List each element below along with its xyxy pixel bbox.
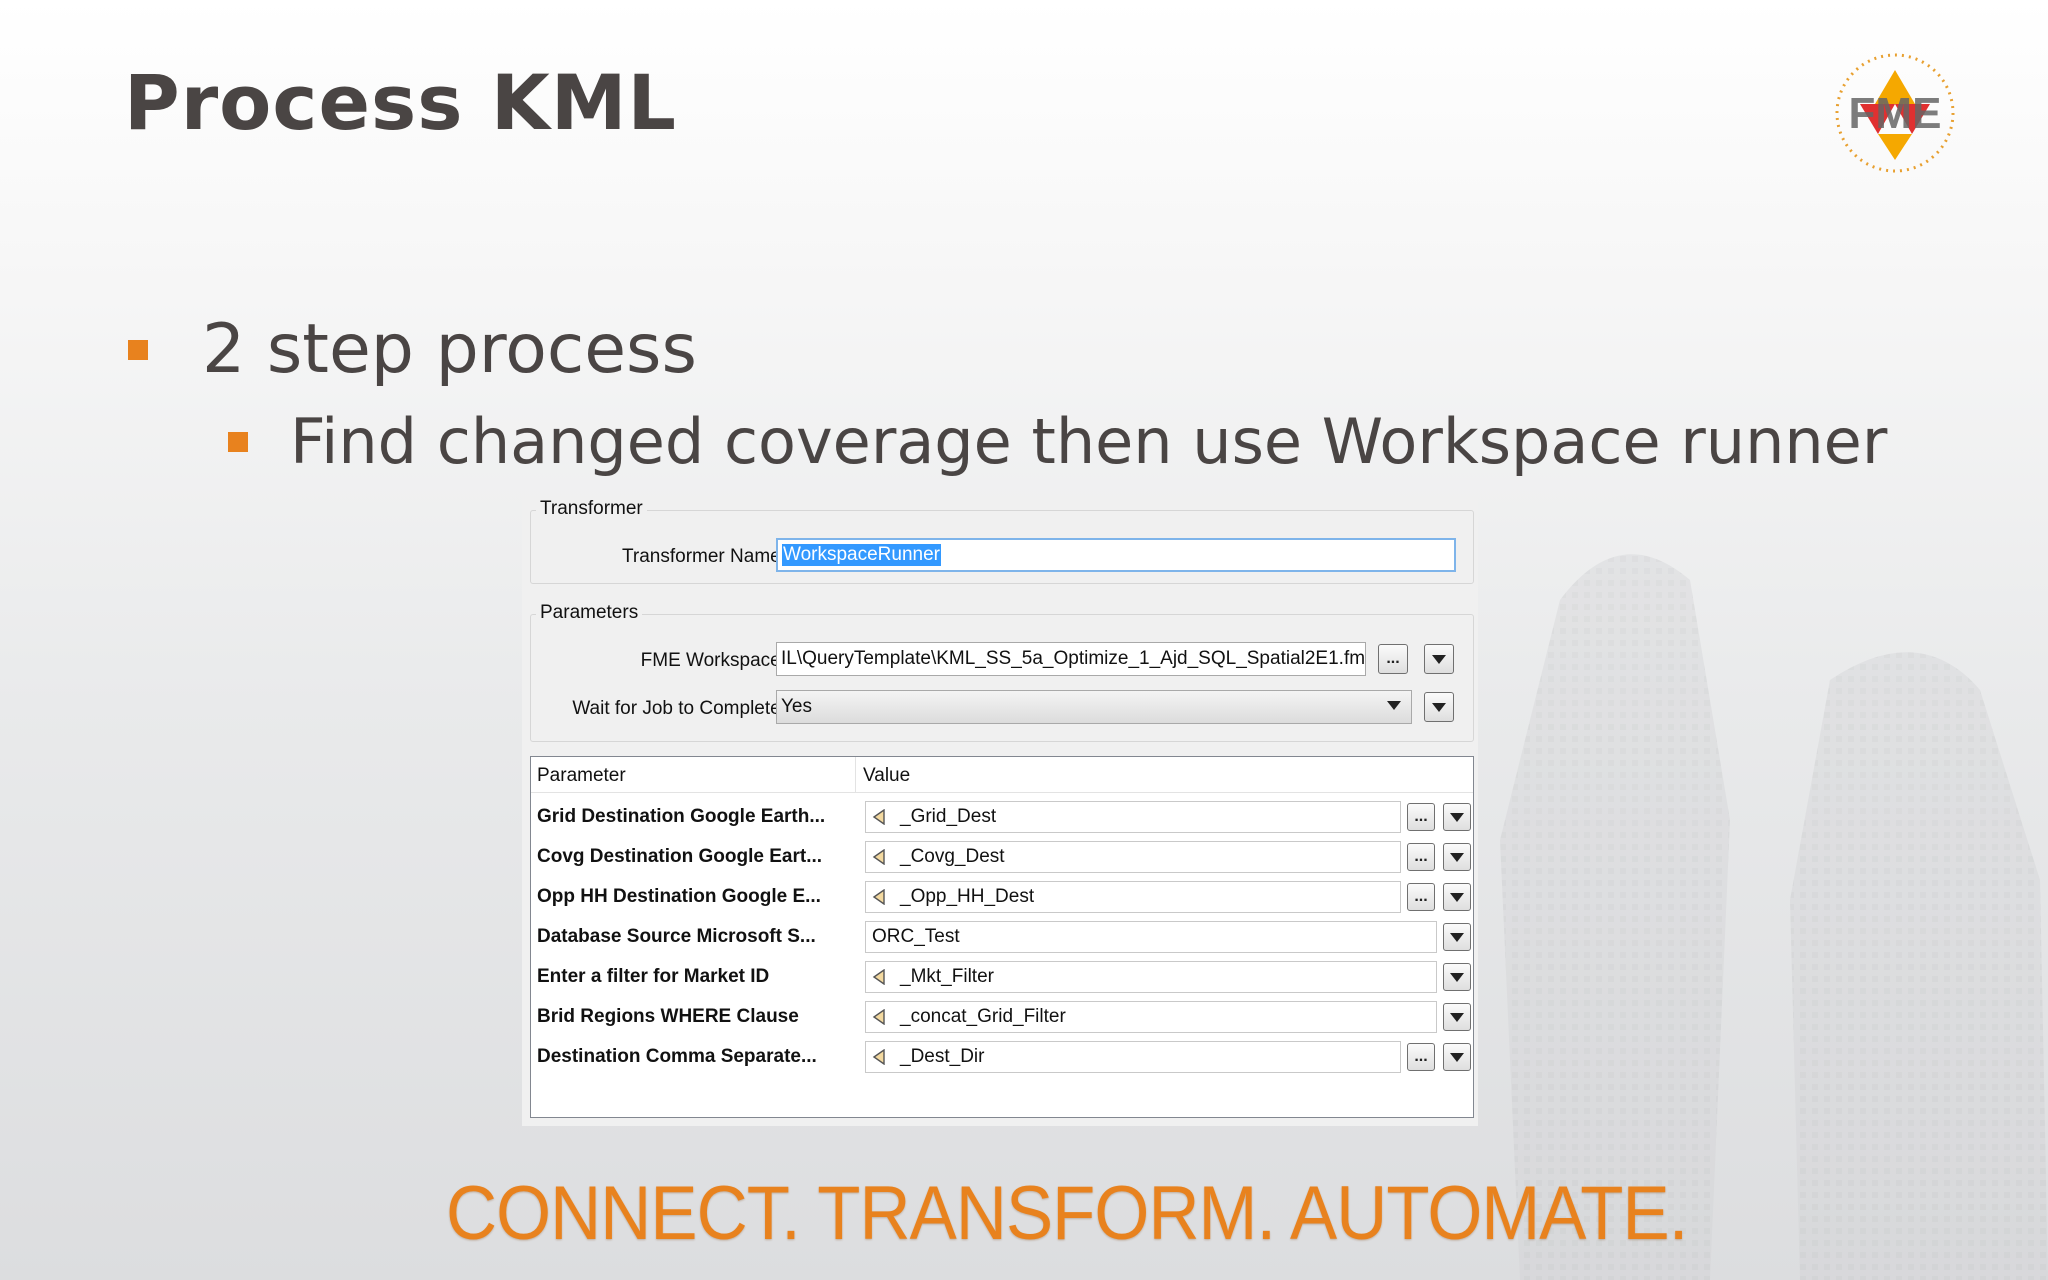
parameter-value: ORC_Test <box>872 926 960 947</box>
parameter-options-button[interactable] <box>1443 843 1471 871</box>
attribute-arrow-icon <box>872 889 885 905</box>
parameter-name: Database Source Microsoft S... <box>537 926 816 947</box>
published-parameters-table: Parameter Value Grid Destination Google … <box>530 756 1474 1118</box>
bullet-square-icon <box>128 339 148 360</box>
chevron-down-icon <box>1450 892 1464 902</box>
table-header: Parameter Value <box>531 757 1473 793</box>
parameters-group-title: Parameters <box>536 602 643 624</box>
parameter-browse-button[interactable]: ... <box>1407 1043 1435 1071</box>
parameter-browse-button[interactable]: ... <box>1407 843 1435 871</box>
parameter-browse-button[interactable]: ... <box>1407 803 1435 831</box>
tagline: CONNECT. TRANSFORM. AUTOMATE. <box>446 1171 1688 1256</box>
column-header-value[interactable]: Value <box>863 765 910 787</box>
bullet-level-1: 2 step process <box>128 310 697 389</box>
attribute-arrow-icon <box>872 1009 885 1025</box>
parameter-name: Brid Regions WHERE Clause <box>537 1006 799 1027</box>
wait-for-job-value: Yes <box>781 696 812 717</box>
column-header-parameter[interactable]: Parameter <box>537 765 626 787</box>
fme-workspace-label: FME Workspace: <box>640 650 786 671</box>
bullet-text: 2 step process <box>202 310 697 389</box>
transformer-name-value: WorkspaceRunner <box>782 544 942 566</box>
chevron-down-icon <box>1450 972 1464 982</box>
parameter-options-button[interactable] <box>1443 963 1471 991</box>
bullet-level-2: Find changed coverage then use Workspace… <box>228 405 1887 478</box>
table-row[interactable]: Brid Regions WHERE Clause _concat_Grid_F… <box>531 997 1473 1037</box>
slide-title: Process KML <box>124 58 677 147</box>
bullet-text: Find changed coverage then use Workspace… <box>290 405 1888 478</box>
attribute-arrow-icon <box>872 969 885 985</box>
parameter-options-button[interactable] <box>1443 1003 1471 1031</box>
transformer-name-label: Transformer Name: <box>622 546 786 567</box>
svg-text:FME: FME <box>1849 89 1942 138</box>
chevron-down-icon <box>1432 654 1446 664</box>
parameter-options-button[interactable] <box>1443 1043 1471 1071</box>
table-row[interactable]: Grid Destination Google Earth... _Grid_D… <box>531 797 1473 837</box>
table-row[interactable]: Covg Destination Google Eart... _Covg_De… <box>531 837 1473 877</box>
fme-workspace-input[interactable]: IL\QueryTemplate\KML_SS_5a_Optimize_1_Aj… <box>776 642 1366 676</box>
column-divider <box>855 757 856 793</box>
parameter-value-field[interactable]: _Mkt_Filter <box>865 961 1437 993</box>
parameter-value: _Mkt_Filter <box>900 966 994 987</box>
wait-for-job-label: Wait for Job to Complete: <box>572 698 786 719</box>
parameter-browse-button[interactable]: ... <box>1407 883 1435 911</box>
parameter-name: Enter a filter for Market ID <box>537 966 770 987</box>
transformer-group-title: Transformer <box>536 498 647 520</box>
parameter-value-field[interactable]: ORC_Test <box>865 921 1437 953</box>
parameter-name: Destination Comma Separate... <box>537 1046 817 1067</box>
workspace-options-button[interactable] <box>1424 644 1454 674</box>
parameter-value-field[interactable]: _Opp_HH_Dest <box>865 881 1401 913</box>
table-row[interactable]: Opp HH Destination Google E... _Opp_HH_D… <box>531 877 1473 917</box>
parameter-name: Covg Destination Google Eart... <box>537 846 823 867</box>
parameter-value-field[interactable]: _Covg_Dest <box>865 841 1401 873</box>
table-row[interactable]: Destination Comma Separate... _Dest_Dir … <box>531 1037 1473 1077</box>
chevron-down-icon <box>1450 1012 1464 1022</box>
chevron-down-icon <box>1450 812 1464 822</box>
parameter-value-field[interactable]: _concat_Grid_Filter <box>865 1001 1437 1033</box>
parameter-value-field[interactable]: _Grid_Dest <box>865 801 1401 833</box>
chevron-down-icon <box>1387 701 1401 710</box>
chevron-down-icon <box>1450 852 1464 862</box>
background-decoration <box>1500 554 2048 1280</box>
wait-for-job-select[interactable]: Yes <box>776 690 1412 724</box>
parameter-options-button[interactable] <box>1443 923 1471 951</box>
chevron-down-icon <box>1450 932 1464 942</box>
parameter-value: _Covg_Dest <box>900 846 1005 867</box>
fme-workspace-value: IL\QueryTemplate\KML_SS_5a_Optimize_1_Aj… <box>781 648 1366 669</box>
parameter-options-button[interactable] <box>1443 883 1471 911</box>
chevron-down-icon <box>1450 1052 1464 1062</box>
parameter-value-field[interactable]: _Dest_Dir <box>865 1041 1401 1073</box>
transformer-parameters-dialog: Transformer Transformer Name: WorkspaceR… <box>522 496 1478 1126</box>
wait-options-button[interactable] <box>1424 692 1454 722</box>
attribute-arrow-icon <box>872 849 885 865</box>
parameter-value: _Dest_Dir <box>900 1046 985 1067</box>
parameter-name: Grid Destination Google Earth... <box>537 806 826 827</box>
parameter-value: _Opp_HH_Dest <box>900 886 1035 907</box>
chevron-down-icon <box>1432 702 1446 712</box>
parameter-options-button[interactable] <box>1443 803 1471 831</box>
table-row[interactable]: Database Source Microsoft S... ORC_Test <box>531 917 1473 957</box>
attribute-arrow-icon <box>872 1049 885 1065</box>
fme-logo: FME <box>1835 53 1955 173</box>
transformer-name-input[interactable]: WorkspaceRunner <box>776 538 1456 572</box>
parameter-name: Opp HH Destination Google E... <box>537 886 821 907</box>
parameter-value: _Grid_Dest <box>900 806 997 827</box>
parameter-value: _concat_Grid_Filter <box>900 1006 1066 1027</box>
table-row[interactable]: Enter a filter for Market ID _Mkt_Filter <box>531 957 1473 997</box>
attribute-arrow-icon <box>872 809 885 825</box>
bullet-square-icon <box>228 431 248 452</box>
workspace-browse-button[interactable]: ... <box>1378 644 1408 674</box>
